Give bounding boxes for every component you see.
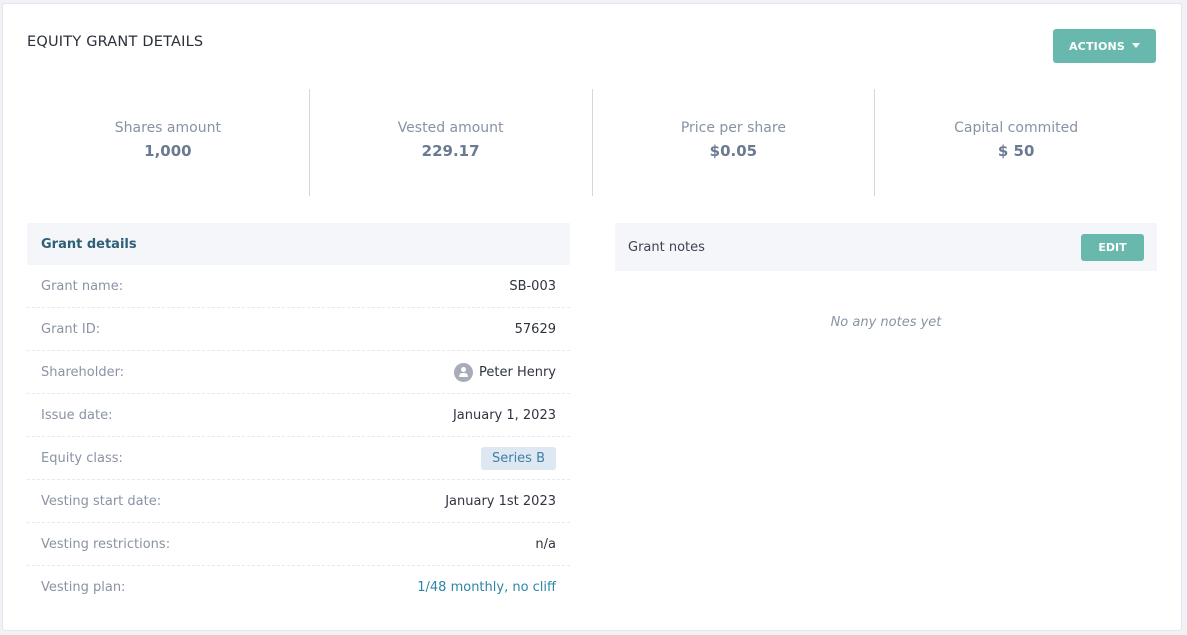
row-label: Issue date:	[41, 407, 113, 423]
actions-button-label: ACTIONS	[1068, 39, 1126, 53]
stat-label: Price per share	[680, 119, 786, 136]
vesting-plan-link[interactable]: 1/48 monthly, no cliff	[417, 580, 556, 595]
stat-value: 1,000	[144, 141, 192, 160]
user-avatar-icon	[454, 362, 473, 382]
row-label: Vesting restrictions:	[41, 536, 171, 552]
row-value: SB-003	[509, 278, 556, 294]
row-value: n/a	[535, 536, 556, 552]
row-label: Grant name:	[41, 278, 124, 294]
notes-empty-state: No any notes yet	[830, 315, 942, 330]
shareholder-name: Peter Henry	[479, 364, 556, 380]
grant-notes-title: Grant notes	[628, 239, 705, 255]
detail-row-grant-id: Grant ID: 57629	[27, 308, 570, 351]
row-label: Vesting start date:	[41, 493, 162, 509]
shareholder-link[interactable]: Peter Henry	[454, 362, 556, 382]
stat-label: Vested amount	[397, 119, 504, 136]
edit-notes-button[interactable]: EDIT	[1081, 233, 1144, 261]
grant-details-title: Grant details	[27, 223, 570, 265]
actions-button[interactable]: ACTIONS	[1053, 29, 1156, 63]
caret-down-icon	[1132, 42, 1141, 48]
row-label: Grant ID:	[41, 321, 101, 337]
row-value: 57629	[514, 321, 556, 337]
stat-vested-amount: Vested amount 229.17	[310, 89, 593, 196]
detail-row-issue-date: Issue date: January 1, 2023	[27, 394, 570, 437]
row-label: Shareholder:	[41, 364, 125, 380]
stat-shares-amount: Shares amount 1,000	[27, 89, 310, 196]
row-label: Vesting plan:	[41, 580, 126, 595]
stat-value: 229.17	[421, 141, 480, 160]
stat-value: $0.05	[709, 141, 758, 160]
grant-notes-panel: Grant notes EDIT No any notes yet	[615, 223, 1157, 330]
equity-class-badge: Series B	[480, 446, 556, 470]
detail-row-vesting-plan: Vesting plan: 1/48 monthly, no cliff	[27, 566, 570, 609]
grant-notes-header: Grant notes EDIT	[615, 223, 1157, 271]
detail-row-grant-name: Grant name: SB-003	[27, 265, 570, 308]
detail-row-equity-class: Equity class: Series B	[27, 437, 570, 480]
stat-price-per-share: Price per share $0.05	[593, 89, 876, 196]
stat-label: Shares amount	[114, 119, 221, 136]
row-label: Equity class:	[41, 450, 123, 466]
detail-row-vesting-restrictions: Vesting restrictions: n/a	[27, 523, 570, 566]
row-value: January 1, 2023	[452, 407, 556, 423]
equity-grant-card: EQUITY GRANT DETAILS ACTIONS Shares amou…	[2, 3, 1182, 631]
row-value: January 1st 2023	[445, 493, 556, 509]
detail-row-shareholder: Shareholder: Peter Henry	[27, 351, 570, 394]
detail-row-vesting-start: Vesting start date: January 1st 2023	[27, 480, 570, 523]
stat-label: Capital commited	[954, 119, 1079, 136]
stat-value: $ 50	[997, 141, 1035, 160]
page-title: EQUITY GRANT DETAILS	[27, 34, 204, 50]
stat-capital-committed: Capital commited $ 50	[875, 89, 1157, 196]
grant-details-panel: Grant details Grant name: SB-003 Grant I…	[27, 223, 570, 609]
stats-summary: Shares amount 1,000 Vested amount 229.17…	[27, 89, 1157, 196]
